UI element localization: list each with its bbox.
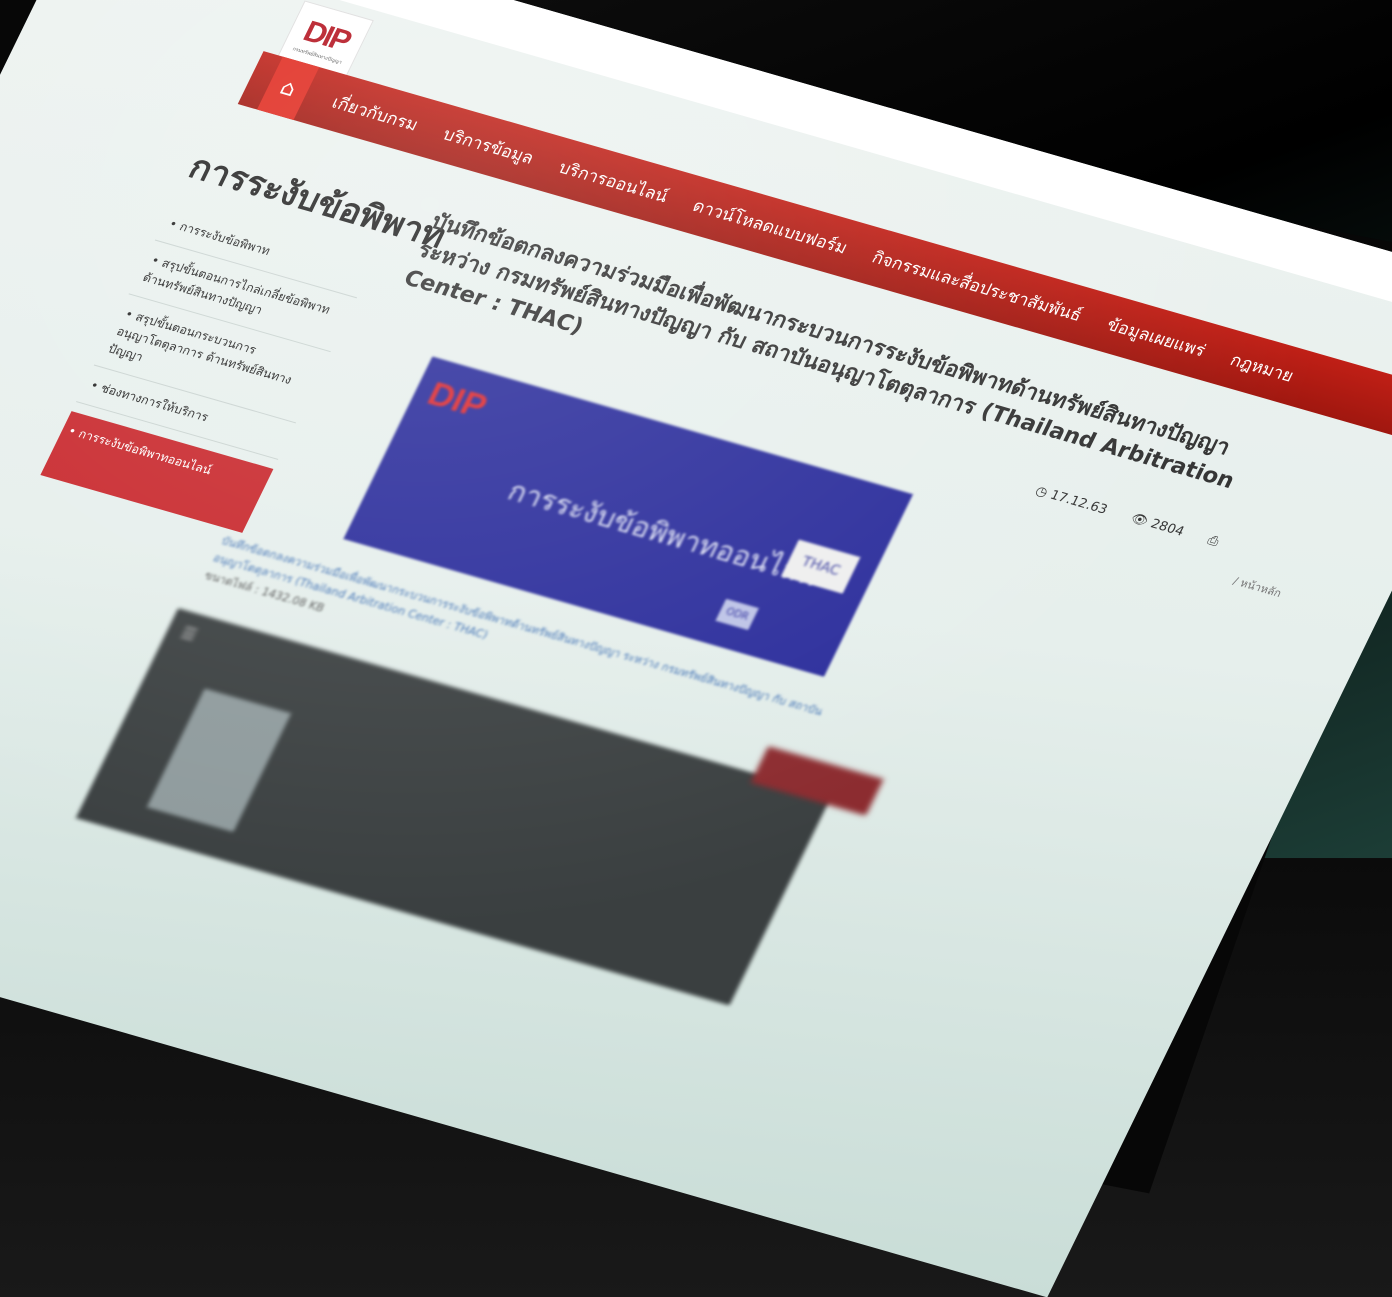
nav-about[interactable]: เกี่ยวกับกรม: [327, 89, 423, 138]
article-views: 👁 2804: [1127, 511, 1187, 540]
nav-online-service[interactable]: บริการออนไลน์: [554, 154, 673, 209]
pdf-viewer[interactable]: ☰: [75, 608, 884, 1006]
banner-logo: DIP: [421, 375, 494, 426]
pdf-page-thumbnail[interactable]: [146, 688, 291, 833]
nav-activities[interactable]: กิจกรรมและสื่อประชาสัมพันธ์: [867, 244, 1087, 328]
home-icon[interactable]: ⌂: [256, 56, 320, 121]
print-icon[interactable]: ⎙: [1205, 533, 1222, 550]
nav-download-forms[interactable]: ดาวน์โหลดแบบฟอร์ม: [688, 192, 853, 260]
nav-publications[interactable]: ข้อมูลเผยแพร่: [1102, 311, 1211, 363]
nav-law[interactable]: กฎหมาย: [1226, 346, 1299, 388]
breadcrumb[interactable]: / หน้าหลัก: [1230, 572, 1285, 602]
odr-badge: ODR: [715, 599, 759, 631]
menu-icon[interactable]: ☰: [178, 623, 200, 644]
views-value: 2804: [1147, 517, 1187, 540]
browser-screen: DIP กรมทรัพย์สินทางปัญญา ⌂ เกี่ยวกับกรม …: [0, 0, 1392, 1297]
banner-text: การระงับข้อพิพาทออนไลน์: [502, 474, 825, 593]
nav-data-service[interactable]: บริการข้อมูล: [438, 121, 539, 171]
